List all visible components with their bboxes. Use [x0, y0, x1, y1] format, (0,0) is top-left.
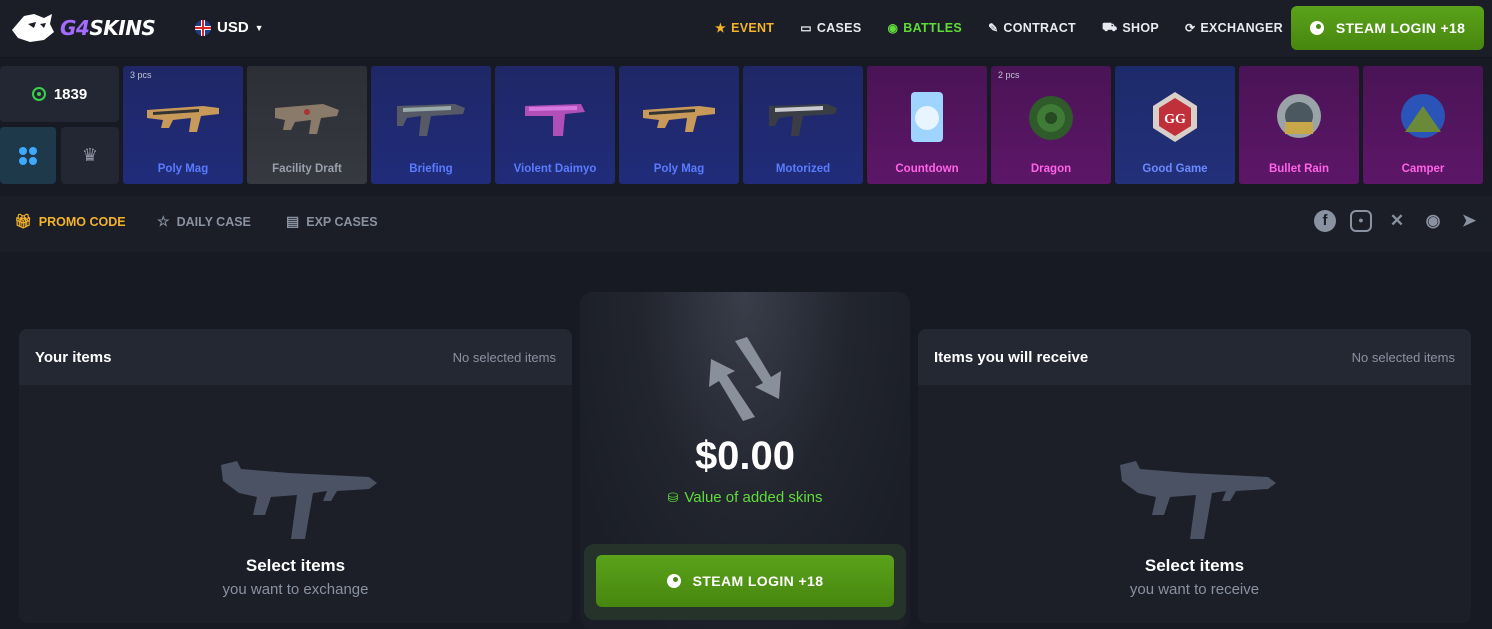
discord-icon[interactable]: ◉ — [1422, 210, 1444, 232]
drop-card[interactable]: GG Good Game — [1115, 66, 1235, 184]
facebook-icon[interactable]: f — [1314, 210, 1336, 232]
gg-sticker-icon: GG — [1153, 92, 1197, 142]
empty-state-title: Select items — [245, 556, 346, 575]
drop-card[interactable]: Violent Daimyo — [495, 66, 615, 184]
panel-title: Your items — [35, 348, 112, 366]
online-icon — [31, 87, 46, 101]
rifle-icon — [643, 106, 715, 132]
drop-card[interactable]: Facility Draft — [247, 66, 367, 184]
chevron-down-icon: ▼ — [254, 22, 264, 33]
empty-state-subtitle: you want to receive — [1129, 581, 1260, 598]
your-items-panel: Your items No selected items Select item… — [19, 329, 572, 623]
nav-contract[interactable]: ✎ CONTRACT — [988, 20, 1076, 36]
panel-header: Items you will receive No selected items — [918, 329, 1471, 385]
gift-icon: 🎁︎ — [14, 213, 32, 229]
star-outline-icon: ☆ — [157, 213, 170, 229]
selection-status: No selected items — [452, 349, 556, 365]
tab-top-drops[interactable]: ♛ — [61, 127, 119, 184]
steam-login-exchange-button[interactable]: STEAM LOGIN +18 — [596, 555, 894, 607]
grid-icon — [19, 146, 37, 165]
sticker-icon — [911, 92, 943, 142]
empty-state-subtitle: you want to exchange — [222, 581, 369, 598]
drop-card[interactable]: 2 pcs Dragon — [991, 66, 1111, 184]
main-nav: ★ EVENT ▭ CASES ◉ BATTLES ✎ CONTRACT ⛟ SHOP ⟳… — [715, 20, 1309, 36]
pistol-icon — [525, 104, 585, 136]
drop-card[interactable]: Briefing — [371, 66, 491, 184]
drop-card[interactable]: Countdown — [867, 66, 987, 184]
logo-wordmark: G4SKINS — [60, 16, 156, 40]
case-icon: ▤ — [286, 213, 300, 229]
nav-event[interactable]: ★ EVENT — [715, 20, 774, 36]
nav-cases[interactable]: ▭ CASES — [800, 20, 861, 36]
site-logo[interactable]: G4SKINS — [10, 10, 156, 46]
panel-title: Items you will receive — [934, 348, 1089, 366]
rifle-placeholder-icon — [221, 461, 377, 539]
uk-flag-icon — [195, 19, 211, 36]
steam-icon — [1309, 21, 1324, 35]
nav-shop[interactable]: ⛟ SHOP — [1102, 20, 1159, 36]
bullet-rain-sticker-icon — [1277, 94, 1321, 138]
online-counter: 1839 — [0, 66, 119, 122]
smg-icon — [769, 104, 837, 136]
steam-icon — [666, 574, 681, 588]
nav-exchanger[interactable]: ⟳ EXCHANGER — [1185, 20, 1283, 36]
x-icon[interactable]: ✕ — [1386, 210, 1408, 232]
smg-icon — [397, 104, 465, 136]
currency-selector[interactable]: USD ▼ — [195, 19, 264, 36]
exchange-amount: $0.00 — [694, 434, 796, 478]
camper-sticker-icon — [1401, 94, 1445, 138]
contract-icon: ✎ — [988, 21, 999, 35]
swap-arrows-icon — [709, 337, 781, 421]
drop-card[interactable]: Motorized — [743, 66, 863, 184]
instagram-icon[interactable]: ● — [1350, 210, 1372, 232]
svg-text:GG: GG — [1164, 112, 1186, 127]
exchange-summary: $0.00 ⛁ Value of added skins STEAM LOGIN … — [580, 292, 910, 629]
top-bar: G4SKINS USD ▼ ★ EVENT ▭ CASES ◉ BATTLES ✎ CO… — [0, 0, 1492, 58]
steam-login-button[interactable]: STEAM LOGIN +18 — [1291, 6, 1484, 50]
daily-case-link[interactable]: ☆ DAILY CASE — [157, 213, 251, 230]
exchange-icon: ⟳ — [1184, 21, 1196, 35]
drop-card[interactable]: Camper — [1363, 66, 1483, 184]
online-count: 1839 — [53, 85, 88, 103]
battles-icon: ◉ — [887, 21, 899, 35]
exp-cases-link[interactable]: ▤ EXP CASES — [286, 213, 378, 230]
rifle-placeholder-icon — [1120, 461, 1276, 539]
rifle-icon — [275, 104, 339, 134]
nav-battles[interactable]: ◉ BATTLES — [887, 20, 962, 36]
drop-card[interactable]: 3 pcs Poly Mag — [123, 66, 243, 184]
tiger-logo-icon — [12, 14, 54, 42]
drop-card[interactable]: Poly Mag — [619, 66, 739, 184]
crown-icon: ♛ — [81, 145, 99, 165]
empty-state-title: Select items — [1144, 556, 1245, 575]
tab-all-drops[interactable] — [0, 127, 56, 184]
dragon-sticker-icon — [1029, 96, 1073, 140]
drop-card[interactable]: Bullet Rain — [1239, 66, 1359, 184]
cases-icon: ▭ — [800, 21, 812, 35]
coins-icon: ⛁ — [667, 490, 679, 505]
selection-status: No selected items — [1351, 349, 1455, 365]
value-label: ⛁ Value of added skins — [667, 489, 823, 506]
secondary-nav: 🎁︎ PROMO CODE ☆ DAILY CASE ▤ EXP CASES f ● … — [0, 196, 1492, 252]
rifle-icon — [147, 106, 219, 132]
star-icon: ★ — [715, 21, 727, 35]
cart-icon: ⛟ — [1101, 20, 1118, 34]
promo-code-link[interactable]: 🎁︎ PROMO CODE — [14, 213, 126, 230]
receive-items-panel: Items you will receive No selected items… — [918, 329, 1471, 623]
telegram-icon[interactable]: ➤ — [1458, 210, 1480, 232]
login-wrapper: STEAM LOGIN +18 — [584, 544, 906, 620]
currency-label: USD — [217, 19, 249, 36]
panel-header: Your items No selected items — [19, 329, 572, 385]
